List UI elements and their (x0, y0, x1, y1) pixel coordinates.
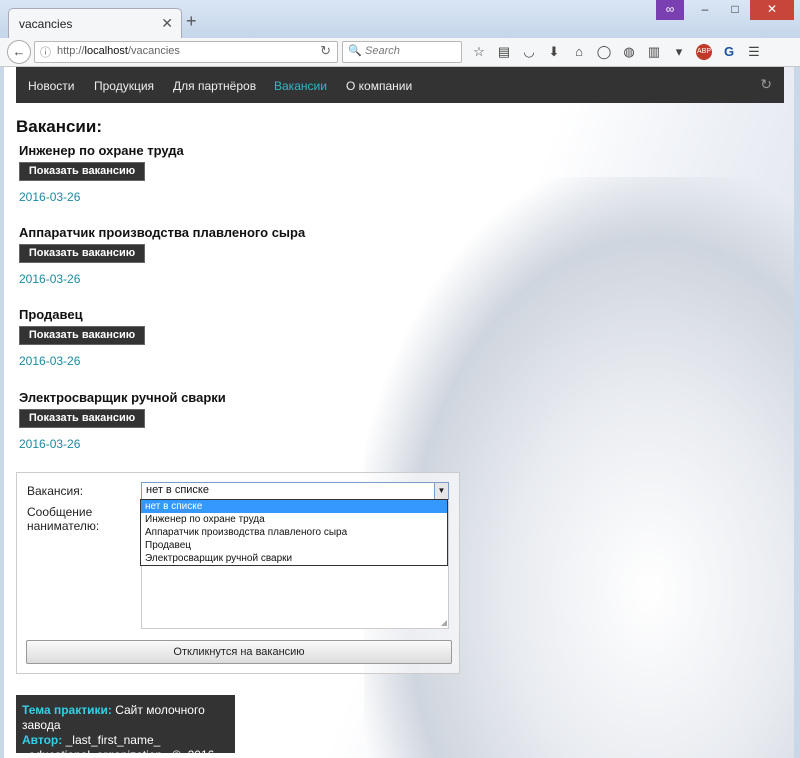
vacancy-date: 2016-03-26 (19, 272, 81, 286)
vacancy-item: Инженер по охране труда Показать ваканси… (19, 143, 184, 204)
search-icon: 🔍 (348, 45, 362, 57)
vacancy-item: Продавец Показать вакансию 2016-03-26 (19, 307, 145, 368)
bookmark-star-icon[interactable]: ☆ (468, 42, 490, 62)
dropdown-option[interactable]: Продавец (141, 539, 447, 552)
private-mask-icon: ∞ (656, 0, 684, 20)
footer-author-key: Автор: (22, 733, 63, 747)
page-title: Вакансии: (16, 117, 102, 136)
vacancy-title: Аппаратчик производства плавленого сыра (19, 225, 306, 240)
vacancy-title: Электросварщик ручной сварки (19, 390, 226, 405)
footer-topic-key: Тема практики: (22, 703, 112, 717)
dropdown-option[interactable]: нет в списке (141, 500, 447, 513)
apply-button[interactable]: Откликнутся на вакансию (26, 640, 452, 664)
adblock-icon[interactable]: ABP (696, 44, 712, 60)
title-bar: vacancies ✕ + ∞ – □ ✕ (0, 0, 800, 39)
search-bar[interactable]: 🔍 Search (342, 41, 462, 63)
nav-item-news[interactable]: Новости (28, 79, 74, 93)
url-bar[interactable]: ⓘ http://localhost/vacancies ↻ (34, 41, 338, 63)
dropdown-option[interactable]: Электросварщик ручной сварки (141, 552, 447, 565)
download-icon[interactable]: ⬇ (543, 42, 565, 62)
pocket-icon[interactable]: ◡ (518, 42, 540, 62)
nav-item-products[interactable]: Продукция (94, 79, 154, 93)
vacancy-item: Электросварщик ручной сварки Показать ва… (19, 390, 226, 451)
reload-icon[interactable]: ↻ (320, 43, 331, 59)
navigation-toolbar: ← ⓘ http://localhost/vacancies ↻ 🔍 Searc… (0, 38, 800, 67)
show-vacancy-button[interactable]: Показать вакансию (19, 326, 145, 345)
chat-icon[interactable]: ◯ (593, 42, 615, 62)
home-icon[interactable]: ⌂ (568, 42, 590, 62)
clipboard-icon[interactable]: ▥ (643, 42, 665, 62)
search-placeholder: Search (365, 45, 400, 57)
nav-item-vacancies[interactable]: Вакансии (274, 79, 327, 93)
show-vacancy-button[interactable]: Показать вакансию (19, 162, 145, 181)
vacancy-date: 2016-03-26 (19, 437, 81, 451)
window-controls: ∞ – □ ✕ (656, 0, 794, 20)
browser-tab[interactable]: vacancies ✕ (8, 8, 182, 39)
nav-item-about[interactable]: О компании (346, 79, 412, 93)
vacancy-date: 2016-03-26 (19, 190, 81, 204)
vacancy-title: Продавец (19, 307, 83, 322)
dropdown-arrow-icon[interactable]: ▾ (668, 42, 690, 62)
vacancy-date: 2016-03-26 (19, 354, 81, 368)
browser-window: vacancies ✕ + ∞ – □ ✕ ← ⓘ http://localho… (0, 0, 800, 758)
show-vacancy-button[interactable]: Показать вакансию (19, 244, 145, 263)
resize-handle-icon[interactable]: ◢ (441, 618, 447, 627)
translate-icon[interactable]: G (718, 42, 740, 62)
toolbar-icons: ☆ ▤ ◡ ⬇ ⌂ ◯ ◍ ▥ ▾ ABP G ☰ (468, 42, 768, 62)
site-footer: Тема практики: Сайт молочного завода Авт… (16, 695, 235, 758)
new-tab-icon[interactable]: + (186, 12, 197, 30)
tab-close-icon[interactable]: ✕ (161, 15, 173, 32)
vacancy-label: Вакансия: (27, 484, 84, 498)
refresh-icon[interactable]: ↻ (760, 76, 772, 93)
vacancy-dropdown-list: нет в списке Инженер по охране труда Апп… (140, 499, 448, 566)
extension-icon[interactable]: ◍ (618, 42, 640, 62)
chevron-down-icon[interactable]: ▼ (434, 483, 448, 499)
dropdown-option[interactable]: Аппаратчик производства плавленого сыра (141, 526, 447, 539)
nav-item-partners[interactable]: Для партнёров (173, 79, 256, 93)
menu-icon[interactable]: ☰ (743, 42, 765, 62)
minimize-button[interactable]: – (690, 0, 720, 20)
site-navbar: Новости Продукция Для партнёров Вакансии… (16, 67, 784, 103)
show-vacancy-button[interactable]: Показать вакансию (19, 409, 145, 428)
url-text: http://localhost/vacancies (57, 45, 180, 57)
close-window-button[interactable]: ✕ (750, 0, 794, 20)
maximize-button[interactable]: □ (720, 0, 750, 20)
tab-title: vacancies (19, 17, 73, 31)
vacancy-select[interactable]: нет в списке ▼ (141, 482, 449, 500)
vacancy-title: Инженер по охране труда (19, 143, 184, 158)
message-label: Сообщение нанимателю: (27, 505, 100, 533)
back-button[interactable]: ← (7, 40, 31, 64)
web-page: Новости Продукция Для партнёров Вакансии… (4, 67, 794, 758)
reading-list-icon[interactable]: ▤ (493, 42, 515, 62)
info-icon[interactable]: ⓘ (40, 44, 51, 60)
dropdown-option[interactable]: Инженер по охране труда (141, 513, 447, 526)
vacancy-item: Аппаратчик производства плавленого сыра … (19, 225, 306, 286)
select-value: нет в списке (146, 484, 209, 496)
